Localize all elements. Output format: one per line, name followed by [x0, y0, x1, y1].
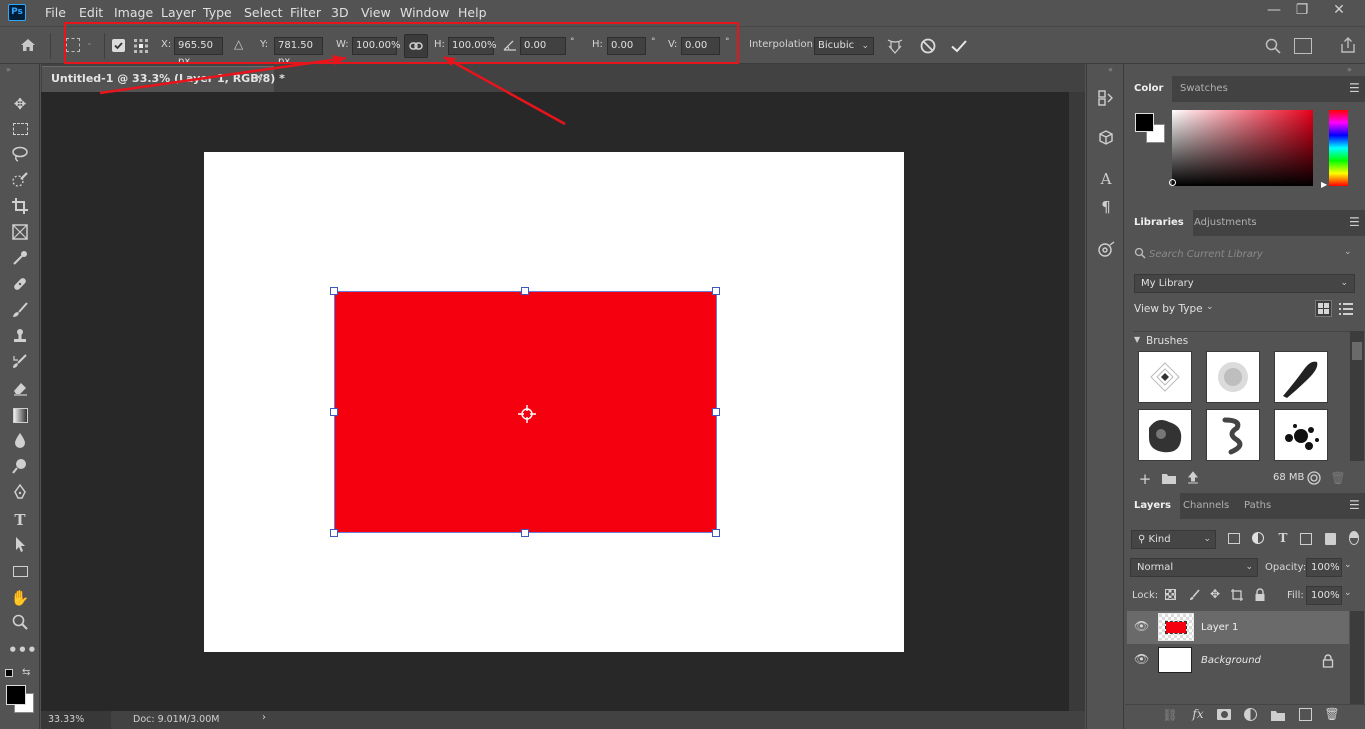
chevron-down-icon: ⌄	[1203, 534, 1211, 544]
chevron-down-icon[interactable]: ⌄	[1344, 560, 1352, 570]
lock-position-icon[interactable]: ✥	[1206, 587, 1224, 601]
fill-field[interactable]: 100%	[1306, 586, 1342, 605]
collapse-section-icon[interactable]: ▼	[1134, 335, 1140, 344]
search-icon: ⚲	[1138, 534, 1149, 545]
grid-view-icon[interactable]	[1315, 300, 1332, 317]
folder-icon[interactable]	[1161, 472, 1177, 485]
chevron-down-icon[interactable]: ⌄	[1344, 588, 1352, 598]
brush-thumbnail[interactable]	[1274, 409, 1328, 461]
layer-style-fx-icon[interactable]: fx	[1189, 707, 1207, 721]
blend-mode-value: Normal	[1137, 562, 1174, 573]
library-select[interactable]: My Library ⌄	[1134, 274, 1355, 293]
trash-icon[interactable]: 🗑	[1329, 471, 1347, 485]
tab-channels[interactable]: Channels	[1174, 493, 1238, 519]
view-by-type-dropdown[interactable]: View by Type	[1134, 303, 1203, 315]
cloud-sync-icon[interactable]	[1306, 471, 1322, 485]
shape-layer-filter-icon[interactable]	[1300, 533, 1312, 545]
layer-name[interactable]: Layer 1	[1201, 622, 1238, 633]
layer-name[interactable]: Background	[1201, 655, 1261, 666]
tab-layers[interactable]: Layers	[1125, 493, 1180, 519]
chevron-down-icon: ⌄	[1340, 278, 1348, 288]
tab-adjustments[interactable]: Adjustments	[1185, 210, 1266, 236]
color-field[interactable]	[1172, 110, 1313, 186]
libraries-panel-tabs: Libraries Adjustments ☰	[1125, 210, 1365, 236]
layer-filter-select[interactable]: ⚲ Kind ⌄	[1131, 530, 1216, 549]
opacity-label: Opacity:	[1265, 562, 1307, 573]
new-group-icon[interactable]	[1270, 709, 1286, 722]
lock-transparent-icon[interactable]	[1165, 589, 1176, 600]
chevron-down-icon[interactable]: ⌄	[1344, 247, 1352, 257]
chevron-down-icon[interactable]: ⌄	[1206, 302, 1214, 312]
brush-thumbnail[interactable]	[1206, 351, 1260, 403]
tab-libraries[interactable]: Libraries	[1125, 210, 1193, 236]
panel-menu-icon[interactable]: ☰	[1349, 81, 1360, 95]
paragraph-panel-icon[interactable]: ¶	[1096, 198, 1116, 218]
layer-filter-value: Kind	[1148, 534, 1171, 545]
panel-icon-strip	[1086, 64, 1124, 729]
layer-thumbnail[interactable]	[1158, 647, 1192, 673]
properties-panel-icon[interactable]	[1096, 240, 1116, 260]
filter-toggle-icon[interactable]	[1349, 531, 1359, 545]
lock-artboard-icon[interactable]	[1230, 588, 1244, 602]
hue-slider-marker-icon[interactable]: ▶	[1321, 180, 1327, 189]
lock-all-icon[interactable]	[1254, 588, 1266, 602]
hue-slider[interactable]	[1329, 110, 1348, 186]
visibility-eye-icon[interactable]: 👁	[1134, 619, 1149, 633]
adjustment-layer-filter-icon[interactable]	[1252, 532, 1264, 544]
lock-image-icon[interactable]	[1188, 588, 1202, 602]
layers-scrollbar[interactable]	[1350, 611, 1364, 707]
type-layer-filter-icon[interactable]: T	[1274, 531, 1292, 545]
color-panel-tabs: Color Swatches ☰	[1125, 76, 1365, 102]
character-panel-icon[interactable]: A	[1096, 170, 1116, 190]
upload-icon[interactable]	[1186, 471, 1200, 485]
brushes-section-title: Brushes	[1146, 335, 1189, 347]
opacity-field[interactable]: 100%	[1306, 558, 1342, 577]
search-icon	[1134, 247, 1148, 261]
brush-thumbnail[interactable]	[1138, 409, 1192, 461]
color-picker-marker[interactable]	[1169, 179, 1176, 186]
collapse-dock-icon[interactable]: »	[1347, 65, 1352, 74]
tab-paths[interactable]: Paths	[1235, 493, 1280, 519]
list-view-icon[interactable]	[1338, 301, 1354, 317]
collapse-panels-icon[interactable]: «	[1108, 65, 1113, 74]
panel-menu-icon[interactable]: ☰	[1349, 215, 1360, 229]
blend-mode-select[interactable]: Normal ⌄	[1130, 558, 1258, 577]
new-layer-icon[interactable]	[1299, 708, 1312, 721]
library-name: My Library	[1141, 278, 1194, 289]
delete-layer-icon[interactable]: 🗑	[1323, 707, 1341, 721]
chevron-down-icon: ⌄	[1245, 562, 1253, 572]
brush-thumbnail[interactable]	[1274, 351, 1328, 403]
layer-mask-icon[interactable]	[1217, 709, 1231, 720]
fill-label: Fill:	[1287, 590, 1304, 601]
3d-panel-icon[interactable]	[1096, 128, 1116, 148]
lock-label: Lock:	[1132, 590, 1159, 601]
layer-thumbnail-fill	[1166, 622, 1186, 633]
scrollbar-thumb[interactable]	[1352, 342, 1362, 360]
foreground-color-chip[interactable]	[1135, 113, 1154, 132]
tab-color[interactable]: Color	[1125, 76, 1173, 102]
panel-menu-icon[interactable]: ☰	[1349, 498, 1360, 512]
brush-thumbnail[interactable]	[1138, 351, 1192, 403]
layers-panel-tabs: Layers Channels Paths ☰	[1125, 493, 1365, 519]
smart-object-filter-icon[interactable]	[1325, 533, 1336, 545]
visibility-eye-icon[interactable]: 👁	[1134, 652, 1149, 666]
brush-thumbnail[interactable]	[1206, 409, 1260, 461]
history-panel-icon[interactable]	[1096, 88, 1116, 108]
adjustment-layer-icon[interactable]	[1244, 708, 1257, 721]
tab-swatches[interactable]: Swatches	[1171, 76, 1237, 102]
pixel-layer-filter-icon[interactable]	[1228, 533, 1240, 544]
library-search-input[interactable]: Search Current Library	[1149, 249, 1263, 260]
layer-lock-icon[interactable]	[1322, 654, 1334, 668]
add-icon[interactable]: +	[1136, 470, 1154, 488]
link-layers-icon[interactable]: ⛓	[1161, 708, 1179, 722]
library-storage: 68 MB	[1273, 472, 1305, 483]
